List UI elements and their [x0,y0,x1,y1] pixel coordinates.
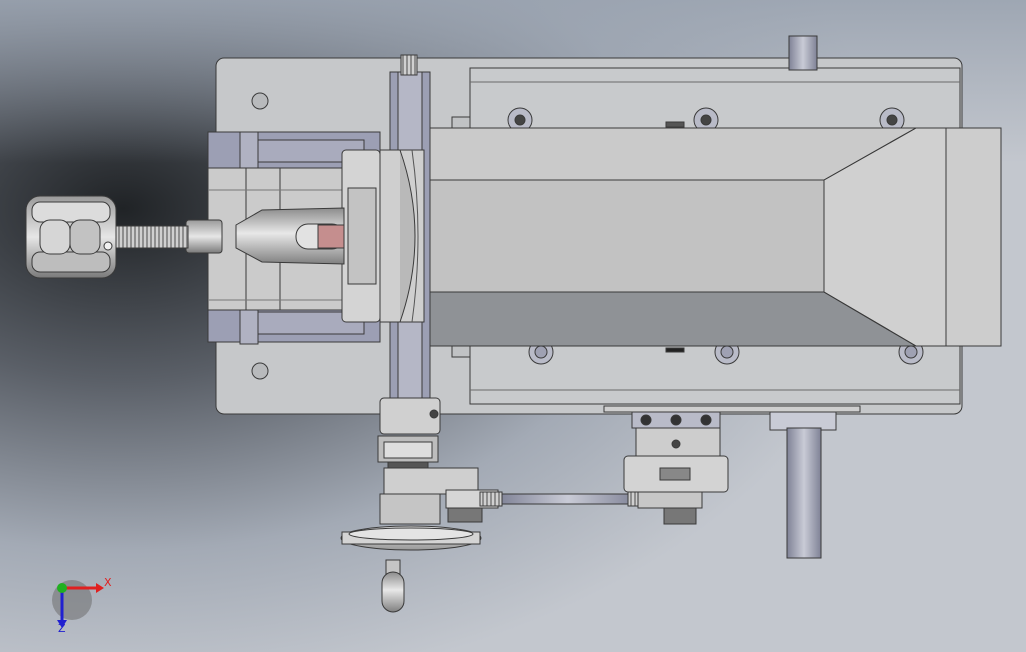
cad-model-view[interactable]: X Z [0,0,1026,652]
threaded-shaft [109,225,189,249]
y-axis-dot [57,583,67,593]
vertical-post-bottom[interactable] [786,427,822,559]
x-axis-label: X [104,576,112,589]
handwheel[interactable] [340,525,482,551]
mount-hole [251,362,269,380]
lock-nut[interactable] [185,219,223,254]
z-axis-label: Z [58,622,66,635]
post-collar [769,411,837,431]
cad-viewport[interactable]: X Z [0,0,1026,652]
vertical-post-top[interactable] [788,35,818,71]
star-knob[interactable] [25,195,117,279]
mount-hole [251,92,269,110]
link-rod[interactable] [497,493,639,505]
contact-pad [317,224,345,249]
end-cap[interactable] [945,127,1002,347]
adjust-screw[interactable] [400,54,418,76]
